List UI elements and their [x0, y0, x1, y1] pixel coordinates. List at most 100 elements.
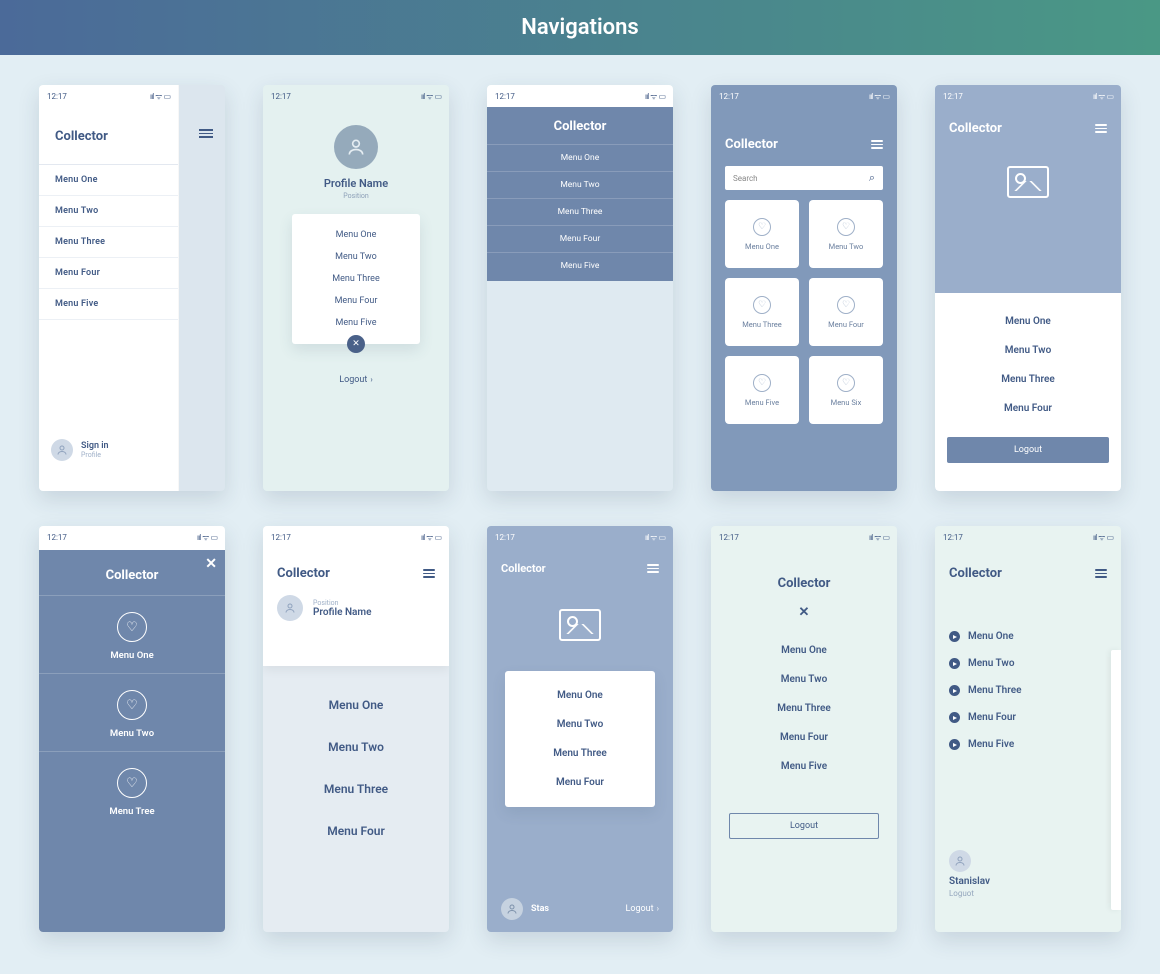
hamburger-icon[interactable]	[871, 140, 883, 149]
menu-item[interactable]: Menu Three	[292, 268, 420, 290]
play-bullet-icon	[949, 712, 960, 723]
grid-card[interactable]: ♡Menu Three	[725, 278, 799, 346]
menu-item[interactable]: Menu Two	[505, 710, 655, 739]
menu-item[interactable]: Menu One	[263, 684, 449, 726]
menu-item[interactable]: Menu Two	[935, 650, 1121, 677]
screen-list-large: 12:17ıılᯤ▭ Collector Position Profile Na…	[263, 526, 449, 932]
signal-icons: ıılᯤ▭	[197, 532, 217, 543]
menu-item[interactable]: Menu Two	[711, 665, 897, 694]
menu-item[interactable]: Menu Three	[935, 365, 1121, 394]
screen-drawer-left: 12:17 ıılᯤ▭ Collector Menu One Menu Two …	[39, 85, 225, 491]
avatar-icon	[501, 898, 523, 920]
grid-card[interactable]: ♡Menu Five	[725, 356, 799, 424]
close-icon[interactable]: ✕	[711, 605, 897, 620]
app-title: Collector	[39, 550, 225, 595]
app-title: Collector	[277, 566, 330, 581]
peek-panel[interactable]	[1111, 650, 1121, 910]
close-button[interactable]: ✕	[347, 335, 365, 353]
menu-item[interactable]: Menu One	[935, 307, 1121, 336]
logout-link[interactable]: Loguot	[949, 889, 990, 898]
app-title: Collector	[725, 137, 778, 152]
page-title: Navigations	[0, 0, 1160, 55]
profile-name: Profile Name	[313, 607, 372, 618]
menu-item[interactable]: Menu Five	[292, 312, 420, 334]
screen-grid-cards: 12:17ıılᯤ▭ Collector Search ⌕ ♡Menu One …	[711, 85, 897, 491]
screen-bullet-list: 12:17ıılᯤ▭ Collector Menu One Menu Two M…	[935, 526, 1121, 932]
user-block[interactable]: Stas	[501, 898, 549, 920]
signin-label: Sign in	[81, 441, 109, 451]
user-name: Stanislav	[949, 876, 990, 887]
heart-icon: ♡	[753, 218, 771, 236]
screen-floating-panel: 12:17ıılᯤ▭ Collector Menu One Menu Two M…	[487, 526, 673, 932]
menu-item[interactable]: Menu Five	[935, 731, 1121, 758]
close-icon[interactable]: ✕	[205, 556, 217, 572]
header: Collector	[487, 107, 673, 144]
menu-item[interactable]: Menu Two	[292, 246, 420, 268]
app-title: Collector	[711, 548, 897, 605]
grid-card[interactable]: ♡Menu One	[725, 200, 799, 268]
hamburger-icon[interactable]	[1095, 569, 1107, 578]
menu-item[interactable]: ♡Menu Tree	[39, 751, 225, 829]
menu-item[interactable]: Menu Five	[487, 252, 673, 281]
menu-item[interactable]: ♡Menu Two	[39, 673, 225, 751]
profile-position: Position	[263, 192, 449, 200]
signal-icons: ıılᯤ▭	[645, 532, 665, 543]
menu-item[interactable]: Menu One	[505, 681, 655, 710]
avatar-icon	[277, 595, 303, 621]
hamburger-icon[interactable]	[1095, 124, 1107, 133]
logout-link[interactable]: Logout›	[263, 375, 449, 385]
menu-item[interactable]: Menu Two	[39, 196, 178, 227]
menu-item[interactable]: Menu Five	[711, 752, 897, 781]
menu-item[interactable]: Menu Three	[39, 227, 178, 258]
app-title: Collector	[487, 119, 673, 134]
menu-item[interactable]: Menu One	[487, 144, 673, 171]
app-title: Collector	[949, 566, 1002, 581]
menu-item[interactable]: Menu Two	[487, 171, 673, 198]
menu-item[interactable]: Menu Four	[505, 768, 655, 797]
hamburger-icon[interactable]	[199, 129, 213, 138]
menu-item[interactable]: Menu Two	[263, 726, 449, 768]
menu-item[interactable]: Menu Four	[935, 704, 1121, 731]
menu-item[interactable]: Menu One	[292, 224, 420, 246]
menu-item[interactable]: Menu One	[711, 636, 897, 665]
signal-icons: ıılᯤ▭	[869, 91, 889, 102]
hamburger-icon[interactable]	[647, 564, 659, 573]
logout-button[interactable]: Logout	[947, 437, 1109, 463]
menu-item[interactable]: Menu Two	[935, 336, 1121, 365]
menu-item[interactable]: Menu One	[935, 623, 1121, 650]
menu-item[interactable]: Menu Three	[935, 677, 1121, 704]
status-bar: 12:17ıılᯤ▭	[487, 526, 673, 548]
menu-item[interactable]: Menu Four	[263, 810, 449, 852]
menu-item[interactable]: ♡Menu One	[39, 595, 225, 673]
grid-card[interactable]: ♡Menu Six	[809, 356, 883, 424]
user-block[interactable]: Stanislav Loguot	[949, 850, 990, 898]
profile-row[interactable]: Position Profile Name	[263, 591, 449, 635]
profile-position: Position	[313, 599, 372, 607]
logout-button[interactable]: Logout	[729, 813, 879, 839]
menu-item[interactable]: Menu Three	[505, 739, 655, 768]
avatar-icon	[949, 850, 971, 872]
menu-item[interactable]: Menu Five	[39, 289, 178, 320]
grid-card[interactable]: ♡Menu Two	[809, 200, 883, 268]
menu-item[interactable]: Menu Four	[292, 290, 420, 312]
app-title: Collector	[949, 121, 1002, 136]
screen-centered-list: 12:17ıılᯤ▭ Collector ✕ Menu One Menu Two…	[711, 526, 897, 932]
menu-item[interactable]: Menu Three	[263, 768, 449, 810]
user-block[interactable]: Sign in Profile	[51, 439, 109, 461]
menu-item[interactable]: Menu Four	[711, 723, 897, 752]
logout-link[interactable]: Logout›	[626, 904, 659, 914]
menu-item[interactable]: Menu Four	[39, 258, 178, 289]
menu-item[interactable]: Menu Four	[935, 394, 1121, 423]
grid-card[interactable]: ♡Menu Four	[809, 278, 883, 346]
avatar-icon[interactable]	[334, 125, 378, 169]
menu-item[interactable]: Menu One	[39, 165, 178, 196]
menu-item[interactable]: Menu Four	[487, 225, 673, 252]
app-title: Collector	[39, 107, 178, 164]
hamburger-icon[interactable]	[423, 569, 435, 578]
status-bar: 12:17ıılᯤ▭	[487, 85, 673, 107]
search-input[interactable]: Search ⌕	[725, 166, 883, 190]
menu-item[interactable]: Menu Three	[711, 694, 897, 723]
signal-icons: ıılᯤ▭	[421, 532, 441, 543]
search-placeholder: Search	[733, 174, 758, 183]
menu-item[interactable]: Menu Three	[487, 198, 673, 225]
